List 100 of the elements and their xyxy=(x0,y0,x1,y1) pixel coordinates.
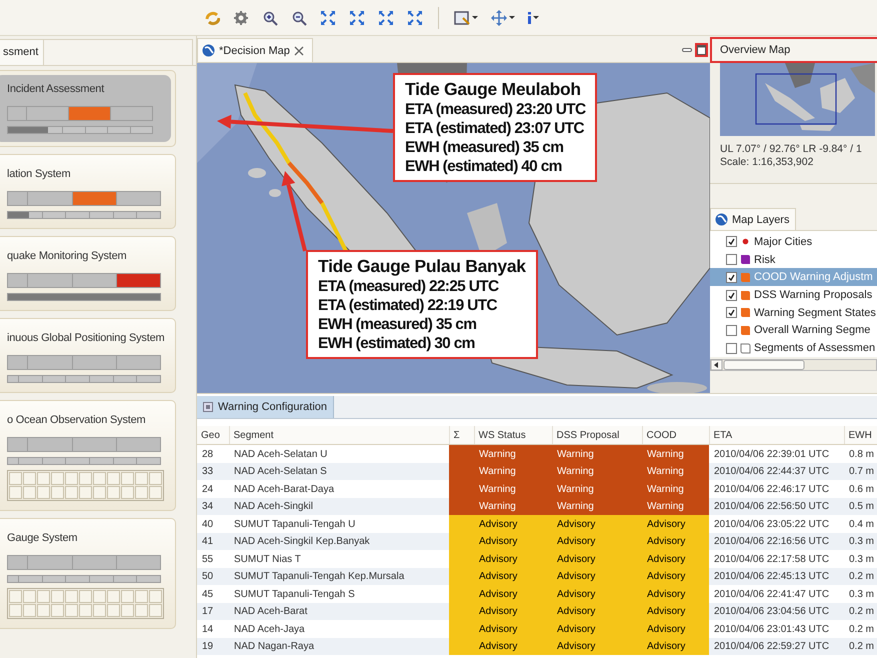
layer-label: Warning Segment States xyxy=(754,306,876,319)
column-header[interactable]: COOD xyxy=(642,426,709,445)
checkbox[interactable] xyxy=(726,254,737,266)
checkbox[interactable] xyxy=(726,272,737,283)
table-cell: NAD Aceh-Singkil xyxy=(229,498,449,516)
system-card[interactable]: o Ocean Observation System xyxy=(0,400,176,511)
system-card[interactable]: Incident Assessment xyxy=(0,70,176,147)
layer-row[interactable]: Segments of Assessmen xyxy=(710,339,877,358)
table-cell: 2010/04/06 22:56:50 UTC xyxy=(709,498,844,516)
table-cell: 0.3 m xyxy=(844,550,877,568)
table-cell: Advisory xyxy=(474,585,552,603)
table-cell: Advisory xyxy=(642,602,709,620)
warning-config-tab[interactable]: Warning Configuration xyxy=(197,396,334,418)
system-card[interactable]: quake Monitoring System xyxy=(0,236,176,311)
close-icon[interactable] xyxy=(294,46,304,56)
checkbox[interactable] xyxy=(726,236,737,248)
table-cell: Warning xyxy=(642,462,709,480)
globe-icon xyxy=(202,44,215,57)
table-cell: Advisory xyxy=(474,550,552,568)
arrows-icon xyxy=(407,10,423,26)
maximize-icon[interactable] xyxy=(697,45,706,55)
column-header[interactable]: Geo xyxy=(197,426,229,445)
table-cell: 2010/04/06 22:39:01 UTC xyxy=(709,444,844,463)
table-cell: Advisory xyxy=(552,602,642,620)
table-cell: Advisory xyxy=(474,568,552,586)
table-cell: 41 xyxy=(197,532,229,550)
column-header[interactable]: Segment xyxy=(229,426,449,445)
table-cell: 2010/04/06 22:17:58 UTC xyxy=(709,550,844,568)
table-cell: 34 xyxy=(197,498,229,516)
table-cell: Advisory xyxy=(642,532,709,550)
table-cell: Warning xyxy=(642,498,709,516)
checkbox[interactable] xyxy=(726,290,737,301)
info-icon xyxy=(528,12,531,24)
coordinates-text: UL 7.07° / 92.76° LR -9.84° / 1 xyxy=(720,143,863,156)
table-cell: Warning xyxy=(474,480,552,498)
callout-text: ETA (measured) 22:25 UTC xyxy=(318,277,500,296)
table-cell: 2010/04/06 23:05:22 UTC xyxy=(709,515,844,533)
checkbox[interactable] xyxy=(726,324,737,336)
table-cell: 0.2 m xyxy=(844,602,877,620)
system-card[interactable]: Gauge System xyxy=(0,518,176,629)
table-cell: NAD Aceh-Selatan S xyxy=(229,462,449,480)
layer-row[interactable]: Overall Warning Segme xyxy=(710,322,877,340)
table-cell: Advisory xyxy=(552,638,642,656)
column-header[interactable]: DSS Proposal xyxy=(552,426,642,445)
table-cell: 2010/04/06 22:59:27 UTC xyxy=(709,638,844,656)
table-cell: 14 xyxy=(197,620,229,638)
table-cell: Advisory xyxy=(642,568,709,586)
layer-row[interactable]: Warning Segment States xyxy=(710,304,877,322)
table-cell: SUMUT Tapanuli-Tengah U xyxy=(229,515,449,533)
system-card[interactable]: lation System xyxy=(0,154,176,229)
system-title: lation System xyxy=(7,167,70,182)
globe-icon xyxy=(715,213,728,226)
callout-text: ETA (estimated) 22:19 UTC xyxy=(318,296,498,315)
layer-label: DSS Warning Proposals xyxy=(754,289,872,302)
table-cell: 19 xyxy=(197,638,229,656)
layer-row[interactable]: DSS Warning Proposals xyxy=(710,286,877,304)
table-cell: Advisory xyxy=(474,515,552,533)
table-cell: Warning xyxy=(552,462,642,480)
map-tab[interactable]: *Decision Map xyxy=(197,38,313,62)
table-cell: 2010/04/06 23:04:56 UTC xyxy=(709,602,844,620)
check-icon xyxy=(728,238,735,246)
layer-label: Major Cities xyxy=(754,236,812,248)
table-cell: Warning xyxy=(552,498,642,516)
callout-text: EWH (measured) 35 cm xyxy=(318,315,478,334)
table-cell: Advisory xyxy=(552,515,642,533)
table-cell: NAD Aceh-Barat xyxy=(229,602,449,620)
layer-swatch-icon xyxy=(740,342,751,354)
checkbox[interactable] xyxy=(726,342,737,354)
callout-text: EWH (estimated) 40 cm xyxy=(405,157,563,176)
table-cell: 45 xyxy=(197,585,229,603)
pan-tool-button[interactable] xyxy=(489,8,517,28)
panel-tab[interactable]: ssment xyxy=(0,39,44,65)
info-button[interactable] xyxy=(526,10,541,26)
table-cell: Advisory xyxy=(474,620,552,638)
column-header[interactable]: ETA xyxy=(709,426,844,445)
table-cell: 2010/04/06 22:46:17 UTC xyxy=(709,480,844,498)
table-cell: SUMUT Nias T xyxy=(229,550,449,568)
column-header[interactable]: WS Status xyxy=(474,426,552,445)
table-cell: 2010/04/06 22:16:56 UTC xyxy=(709,532,844,550)
layer-row[interactable]: Major Cities xyxy=(710,233,877,251)
checkbox[interactable] xyxy=(726,307,737,318)
table-cell: 0.3 m xyxy=(844,532,877,550)
column-header[interactable]: EWH xyxy=(844,426,877,445)
table-cell: Warning xyxy=(474,462,552,480)
table-cell: Advisory xyxy=(642,585,709,603)
scrollbar[interactable] xyxy=(710,359,877,371)
table-cell: 0.6 m xyxy=(844,480,877,498)
system-card[interactable]: inuous Global Positioning System xyxy=(0,318,176,393)
layer-label: Risk xyxy=(754,254,776,266)
minimize-icon[interactable] xyxy=(682,47,692,53)
layers-tab[interactable]: Map Layers xyxy=(710,208,796,230)
scale-text: Scale: 1:16,353,902 xyxy=(720,156,814,169)
refresh-icon xyxy=(204,10,220,26)
column-header[interactable]: Σ xyxy=(449,426,474,445)
table-cell: Advisory xyxy=(552,620,642,638)
check-icon xyxy=(728,309,735,316)
layer-row[interactable]: Risk xyxy=(710,250,877,268)
table-cell: 0.7 m xyxy=(844,462,877,480)
table-cell: 33 xyxy=(197,462,229,480)
overview-tab[interactable]: Overview Map xyxy=(720,44,790,56)
